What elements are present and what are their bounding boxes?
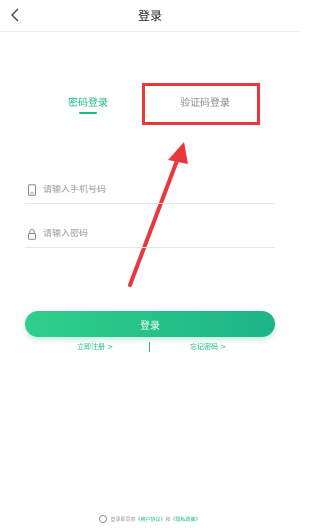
- phone-icon: [25, 183, 39, 197]
- tab-code-login[interactable]: 验证码登录: [150, 94, 260, 124]
- tab-code-login-label: 验证码登录: [180, 98, 230, 109]
- password-input[interactable]: [43, 228, 263, 239]
- top-bar: 登录: [0, 0, 300, 32]
- links-divider: [149, 342, 150, 352]
- login-button[interactable]: 登录: [25, 311, 275, 337]
- tab-password-login-label: 密码登录: [68, 98, 108, 109]
- page-title: 登录: [137, 9, 162, 23]
- phone-field: [25, 176, 275, 204]
- agreement-prefix: 登录即同意: [110, 516, 136, 523]
- agreement-radio-icon[interactable]: [99, 515, 108, 523]
- agreement-row: 登录即同意 《用户协议》 和 《隐私政策》: [0, 513, 300, 525]
- user-agreement-link[interactable]: 《用户协议》: [135, 516, 165, 523]
- login-tabs: 密码登录 验证码登录: [0, 94, 300, 124]
- tab-password-login[interactable]: 密码登录: [63, 94, 113, 124]
- active-tab-underline: [79, 112, 97, 114]
- annotation-arrow: [128, 142, 188, 287]
- privacy-policy-link[interactable]: 《隐私政策》: [171, 516, 201, 523]
- forgot-password-link[interactable]: 忘记密码 >: [190, 342, 226, 352]
- auth-links: 立即注册 > 忘记密码 >: [0, 342, 300, 356]
- password-field: [25, 220, 275, 248]
- phone-input[interactable]: [43, 184, 263, 195]
- register-link[interactable]: 立即注册 >: [77, 342, 113, 352]
- lock-icon: [25, 227, 39, 241]
